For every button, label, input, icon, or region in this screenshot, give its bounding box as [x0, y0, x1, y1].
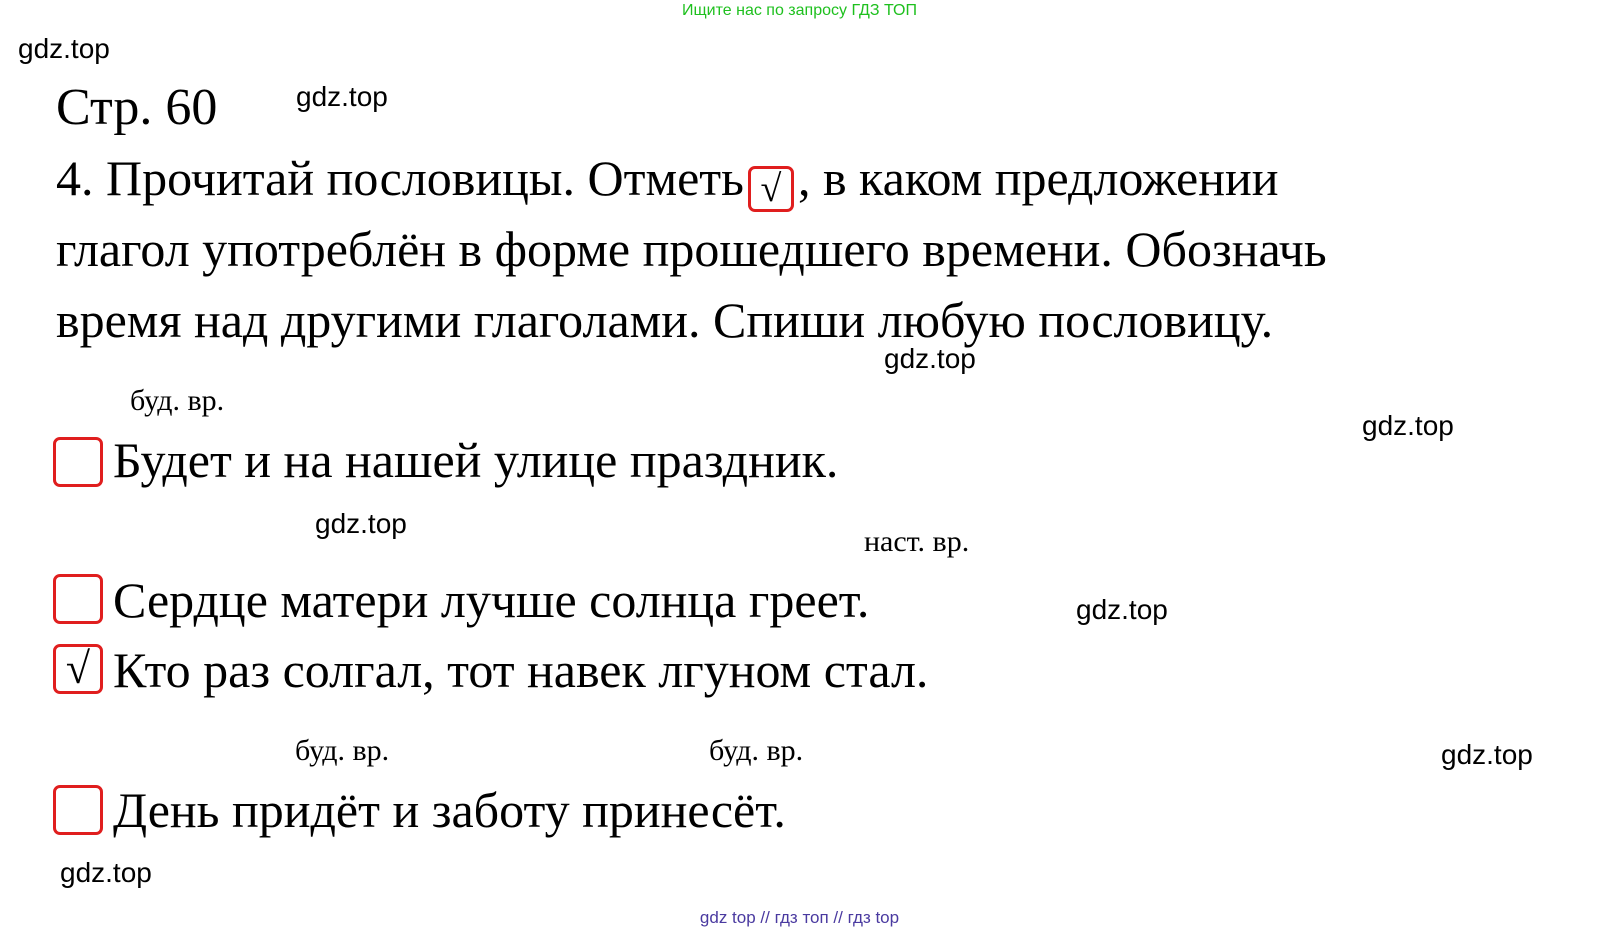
watermark: gdz.top: [315, 508, 407, 539]
task-text: 4. Прочитай пословицы. Отметь: [56, 150, 744, 206]
task-line-3: время над другими глаголами. Спиши любую…: [56, 292, 1274, 348]
task-line-1: 4. Прочитай пословицы. Отметь √, в каком …: [56, 148, 1279, 212]
proverb-checkbox[interactable]: [53, 785, 103, 835]
top-banner: Ищите нас по запросу ГДЗ ТОП: [682, 2, 917, 19]
watermark: gdz.top: [1076, 594, 1168, 625]
watermark: gdz.top: [1362, 410, 1454, 441]
check-mark-example: √: [747, 166, 794, 212]
tense-annotation: буд. вр.: [130, 384, 225, 417]
proverb-checkbox[interactable]: [53, 574, 103, 624]
proverb-text: День придёт и заботу принесёт.: [113, 782, 786, 838]
watermark: gdz.top: [1441, 739, 1533, 770]
footer-links: gdz top // гдз топ // гдз top: [699, 908, 900, 927]
tense-annotation: наст. вр.: [864, 525, 970, 558]
watermark: gdz.top: [18, 33, 110, 64]
task-line-2: глагол употреблён в форме прошедшего вре…: [56, 221, 1327, 277]
proverb-checkbox[interactable]: [53, 437, 103, 487]
proverb-text: Кто раз солгал, тот навек лгуном стал.: [113, 642, 929, 698]
page-title: Стр. 60: [56, 79, 218, 136]
watermark: gdz.top: [60, 857, 152, 888]
proverb-text: Будет и на нашей улице праздник.: [113, 432, 839, 488]
tense-annotation: буд. вр.: [295, 734, 390, 767]
proverb-text: Сердце матери лучше солнца греет.: [113, 572, 870, 628]
watermark: gdz.top: [296, 81, 388, 112]
proverb-checkbox-checked[interactable]: √: [53, 644, 103, 694]
tense-annotation: буд. вр.: [709, 734, 804, 767]
task-text: , в каком предложении: [797, 150, 1279, 206]
